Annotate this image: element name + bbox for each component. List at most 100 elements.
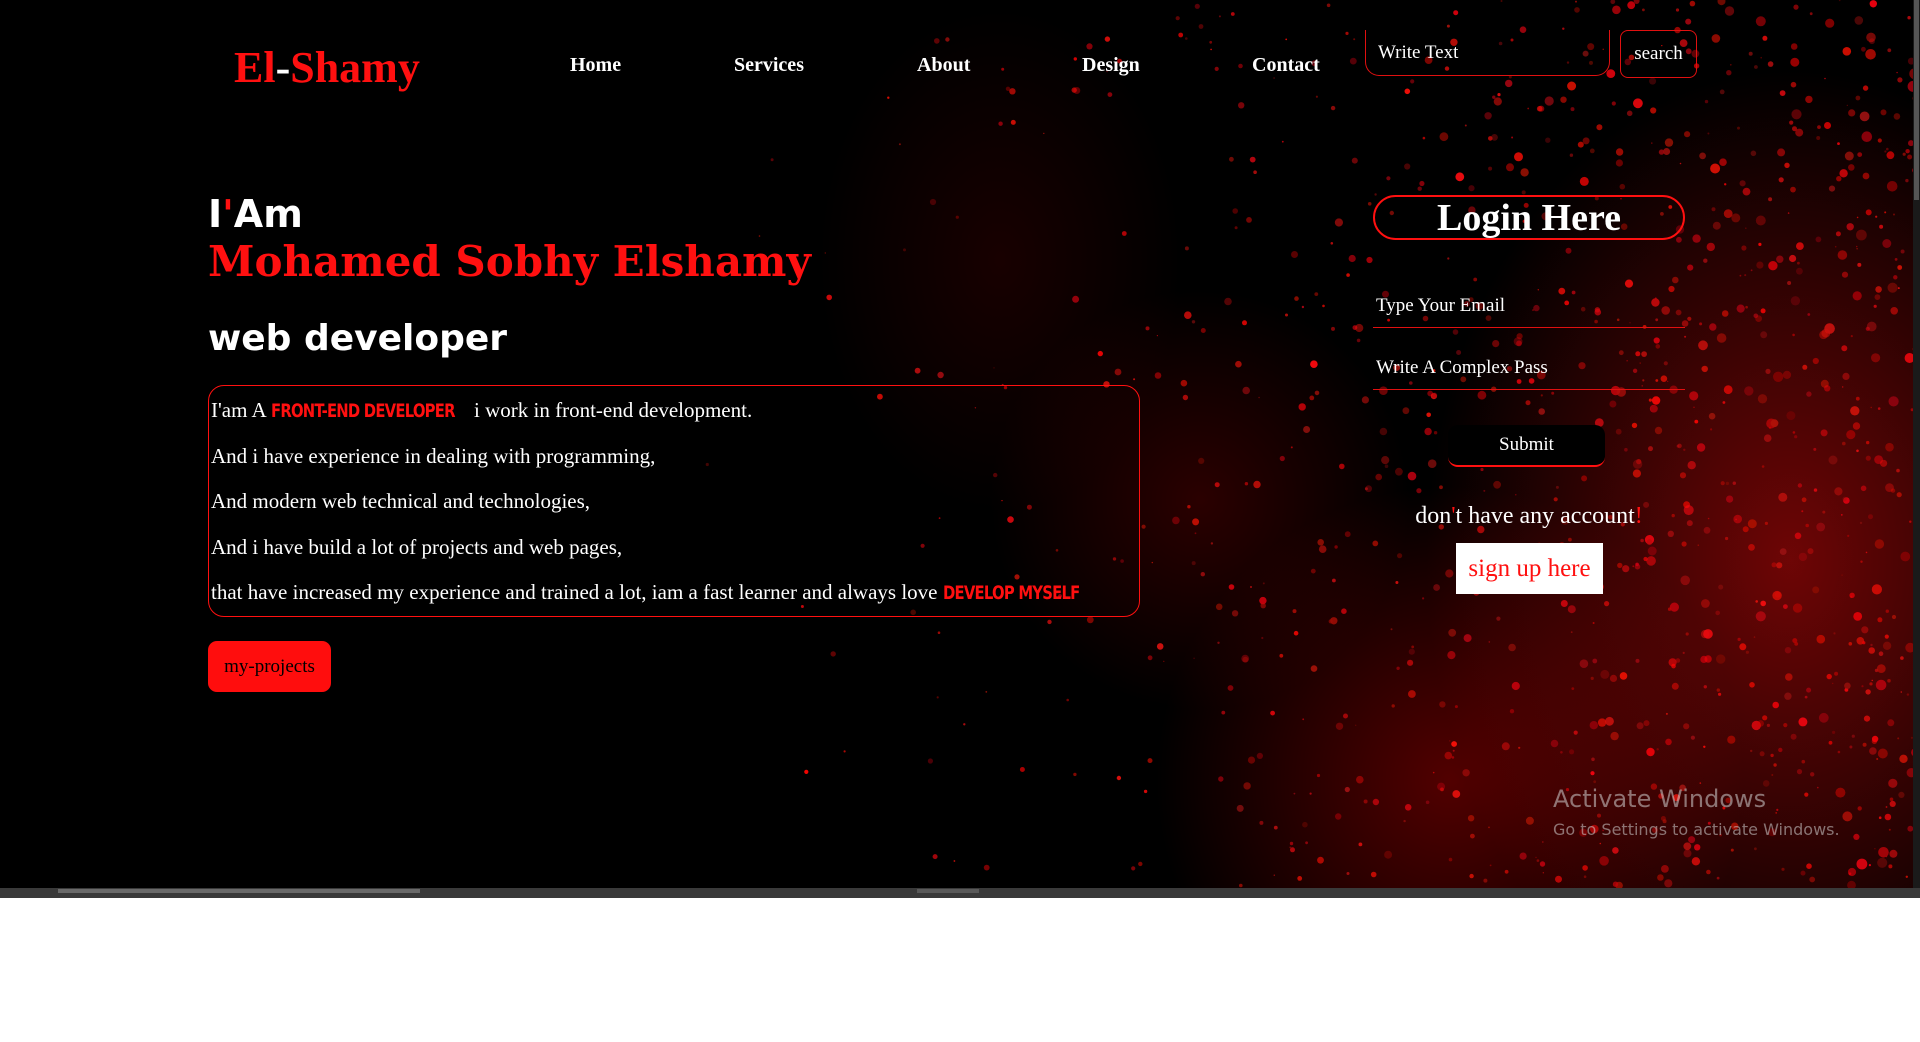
- splatter-speck: [1187, 505, 1191, 509]
- password-field[interactable]: [1373, 346, 1685, 390]
- splatter-speck: [1838, 0, 1841, 2]
- splatter-speck: [1097, 350, 1104, 357]
- splatter-speck: [1250, 586, 1252, 588]
- activate-windows-title: Activate Windows: [1553, 785, 1767, 813]
- splatter-speck: [1446, 24, 1450, 28]
- splatter-speck: [1905, 875, 1909, 878]
- splatter-speck: [1888, 864, 1893, 869]
- splatter-speck: [1722, 401, 1726, 404]
- splatter-speck: [1753, 636, 1756, 638]
- splatter-speck: [1754, 65, 1758, 69]
- splatter-speck: [1229, 156, 1234, 162]
- splatter-speck: [1632, 459, 1643, 469]
- search-input[interactable]: [1365, 30, 1610, 76]
- splatter-speck: [1597, 813, 1601, 818]
- splatter-speck: [1800, 870, 1806, 876]
- nav-contact[interactable]: Contact: [1252, 54, 1320, 77]
- nav-design[interactable]: Design: [1082, 54, 1140, 77]
- splatter-speck: [843, 750, 846, 753]
- splatter-speck: [1178, 32, 1184, 38]
- splatter-speck: [1741, 245, 1747, 251]
- site-logo[interactable]: El-Shamy: [234, 42, 420, 93]
- splatter-speck: [1874, 539, 1885, 549]
- splatter-speck: [1755, 600, 1758, 603]
- splatter-speck: [1667, 607, 1672, 611]
- submit-button[interactable]: Submit: [1448, 425, 1605, 467]
- splatter-speck: [927, 758, 934, 764]
- splatter-speck: [1221, 710, 1226, 715]
- nav-home[interactable]: Home: [570, 54, 621, 77]
- splatter-speck: [1402, 407, 1410, 415]
- splatter-speck: [929, 198, 937, 206]
- splatter-speck: [1224, 297, 1232, 306]
- splatter-speck: [1764, 521, 1768, 526]
- splatter-speck: [1886, 181, 1898, 192]
- vertical-scrollbar[interactable]: [1913, 0, 1920, 890]
- splatter-speck: [1848, 164, 1855, 171]
- splatter-speck: [1355, 724, 1357, 726]
- splatter-speck: [1744, 386, 1754, 396]
- splatter-speck: [1878, 816, 1882, 819]
- splatter-speck: [1832, 730, 1836, 735]
- splatter-speck: [1539, 861, 1546, 867]
- splatter-speck: [1861, 131, 1873, 142]
- splatter-speck: [1756, 261, 1764, 269]
- splatter-speck: [1193, 657, 1195, 660]
- splatter-speck: [1724, 183, 1727, 186]
- my-projects-button[interactable]: my-projects: [208, 641, 331, 692]
- splatter-speck: [1504, 869, 1509, 874]
- splatter-speck: [1848, 642, 1853, 646]
- splatter-speck: [1609, 674, 1618, 683]
- splatter-speck: [1716, 876, 1720, 880]
- nav-services[interactable]: Services: [734, 54, 804, 77]
- splatter-speck: [963, 723, 966, 726]
- splatter-speck: [1693, 406, 1695, 408]
- splatter-speck: [1513, 337, 1523, 346]
- splatter-speck: [1010, 119, 1016, 125]
- splatter-speck: [1765, 368, 1771, 374]
- splatter-speck: [1844, 151, 1854, 161]
- splatter-speck: [1869, 747, 1877, 755]
- splatter-speck: [937, 371, 944, 379]
- splatter-speck: [1253, 480, 1261, 489]
- splatter-speck: [1506, 163, 1514, 172]
- splatter-speck: [1649, 77, 1657, 85]
- horizontal-scrollbar[interactable]: [0, 888, 1920, 898]
- email-field[interactable]: [1373, 284, 1685, 328]
- splatter-speck: [1462, 769, 1470, 777]
- horizontal-scrollbar-thumb[interactable]: [58, 889, 420, 893]
- splatter-speck: [1422, 597, 1425, 600]
- splatter-speck: [1773, 371, 1784, 382]
- splatter-speck: [998, 121, 1003, 126]
- splatter-speck: [1801, 510, 1804, 513]
- splatter-speck: [1260, 603, 1266, 609]
- splatter-speck: [1632, 469, 1641, 478]
- splatter-speck: [1877, 748, 1888, 759]
- splatter-speck: [1776, 255, 1784, 263]
- nav-about[interactable]: About: [917, 54, 970, 77]
- bio-line-4: And i have build a lot of projects and w…: [211, 534, 623, 559]
- splatter-speck: [1604, 601, 1610, 607]
- splatter-speck: [1785, 673, 1793, 681]
- splatter-speck: [1290, 446, 1293, 449]
- splatter-speck: [1711, 34, 1721, 43]
- splatter-speck: [1859, 521, 1863, 525]
- splatter-speck: [1685, 18, 1692, 25]
- vertical-scrollbar-thumb[interactable]: [1914, 0, 1919, 200]
- splatter-speck: [1151, 561, 1154, 564]
- splatter-speck: [1776, 808, 1779, 812]
- splatter-speck: [1019, 767, 1025, 772]
- bio-line-5: that have increased my experience and tr…: [211, 580, 1080, 604]
- splatter-speck: [1332, 578, 1336, 583]
- search-button[interactable]: search: [1620, 30, 1697, 78]
- splatter-speck: [1792, 603, 1803, 613]
- splatter-speck: [1627, 1, 1636, 10]
- splatter-speck: [1154, 372, 1162, 379]
- splatter-speck: [1897, 77, 1903, 83]
- splatter-speck: [1725, 481, 1730, 486]
- splatter-speck: [1861, 685, 1864, 688]
- splatter-speck: [1745, 650, 1749, 654]
- signup-button[interactable]: sign up here: [1456, 543, 1603, 594]
- splatter-speck: [1427, 459, 1437, 469]
- splatter-speck: [1822, 510, 1826, 514]
